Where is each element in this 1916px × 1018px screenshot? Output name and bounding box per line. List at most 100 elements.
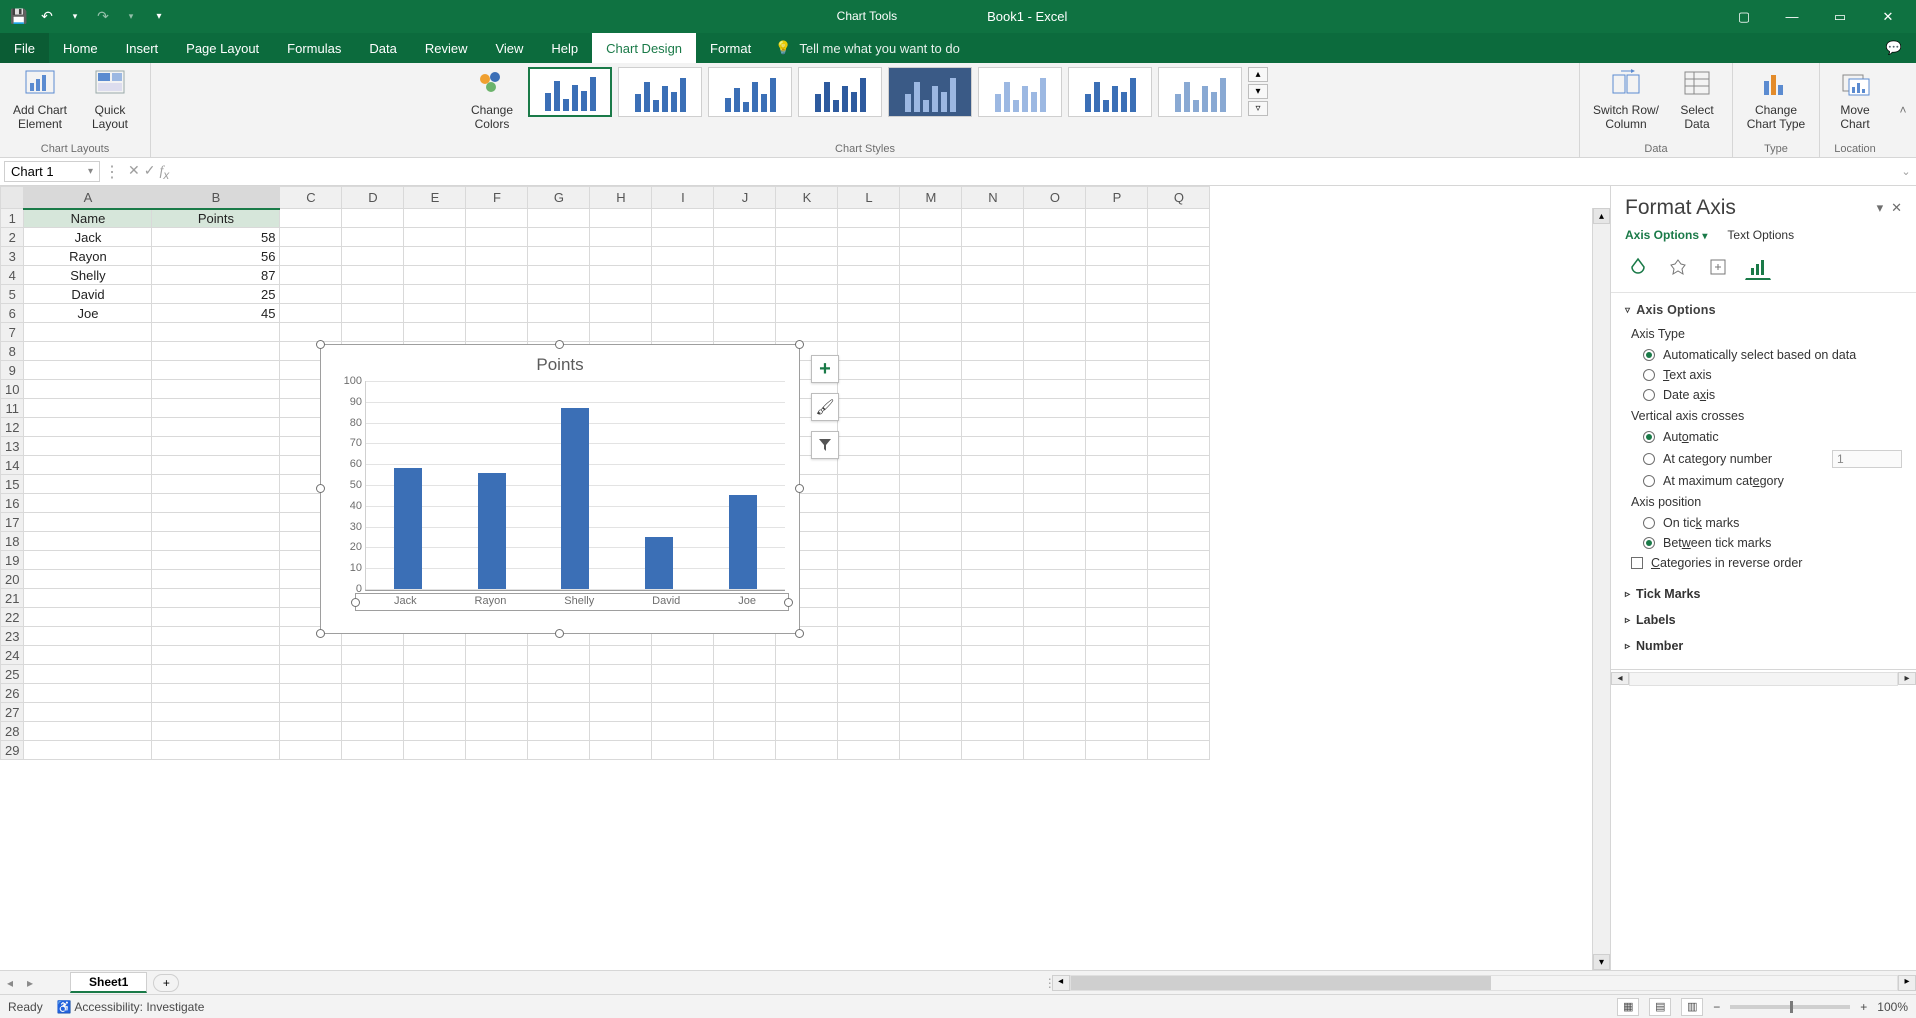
cell[interactable]	[466, 209, 528, 228]
cell[interactable]	[342, 665, 404, 684]
cell[interactable]	[962, 741, 1024, 760]
cell[interactable]: 56	[152, 247, 280, 266]
row-header[interactable]: 6	[1, 304, 24, 323]
cell[interactable]	[714, 304, 776, 323]
cell[interactable]	[776, 323, 838, 342]
cell[interactable]	[776, 285, 838, 304]
axis-type-auto[interactable]: Automatically select based on data	[1625, 345, 1902, 365]
column-header[interactable]: E	[404, 187, 466, 209]
cell[interactable]	[714, 285, 776, 304]
cell[interactable]	[590, 722, 652, 741]
cell[interactable]	[590, 323, 652, 342]
cell[interactable]	[776, 228, 838, 247]
vac-at-category[interactable]: At category number	[1625, 447, 1902, 471]
cell[interactable]	[900, 589, 962, 608]
cell[interactable]	[1086, 437, 1148, 456]
cell[interactable]	[838, 589, 900, 608]
styles-up-icon[interactable]: ▴	[1248, 67, 1268, 82]
cell[interactable]	[962, 285, 1024, 304]
cell[interactable]	[962, 209, 1024, 228]
tab-format[interactable]: Format	[696, 33, 765, 63]
cell[interactable]	[1024, 741, 1086, 760]
change-colors-button[interactable]: Change Colors	[462, 67, 522, 131]
cell[interactable]	[1086, 684, 1148, 703]
cell[interactable]	[1148, 494, 1210, 513]
chart-style-3[interactable]	[708, 67, 792, 117]
cell[interactable]	[1086, 323, 1148, 342]
chart-style-4[interactable]	[798, 67, 882, 117]
cell[interactable]	[1024, 228, 1086, 247]
cell[interactable]	[714, 266, 776, 285]
cell[interactable]	[900, 551, 962, 570]
cell[interactable]	[1086, 608, 1148, 627]
status-accessibility[interactable]: ♿ Accessibility: Investigate	[57, 1000, 205, 1014]
cell[interactable]	[528, 247, 590, 266]
cell[interactable]	[1024, 456, 1086, 475]
row-header[interactable]: 23	[1, 627, 24, 646]
tab-page-layout[interactable]: Page Layout	[172, 33, 273, 63]
cell[interactable]	[962, 418, 1024, 437]
cell[interactable]	[1024, 589, 1086, 608]
column-header[interactable]: K	[776, 187, 838, 209]
cell[interactable]	[838, 608, 900, 627]
cell[interactable]: Points	[152, 209, 280, 228]
vac-category-number-input[interactable]	[1832, 450, 1902, 468]
cell[interactable]	[1024, 323, 1086, 342]
axis-options-tab[interactable]: Axis Options ▾	[1625, 228, 1707, 242]
cell[interactable]	[152, 684, 280, 703]
cell[interactable]	[962, 437, 1024, 456]
view-page-layout-icon[interactable]: ▤	[1649, 998, 1671, 1016]
cell[interactable]	[404, 209, 466, 228]
cell[interactable]	[152, 494, 280, 513]
column-header[interactable]: D	[342, 187, 404, 209]
cell[interactable]	[528, 665, 590, 684]
cell[interactable]	[1024, 722, 1086, 741]
cell[interactable]	[24, 456, 152, 475]
cell[interactable]	[838, 266, 900, 285]
cell[interactable]	[404, 228, 466, 247]
cell[interactable]	[962, 247, 1024, 266]
cell[interactable]	[1024, 532, 1086, 551]
cell[interactable]	[404, 247, 466, 266]
cell[interactable]	[838, 532, 900, 551]
cell[interactable]	[652, 646, 714, 665]
cell[interactable]	[838, 323, 900, 342]
row-header[interactable]: 22	[1, 608, 24, 627]
pane-close-icon[interactable]: ✕	[1891, 200, 1902, 216]
cell[interactable]	[342, 228, 404, 247]
cell[interactable]	[776, 646, 838, 665]
row-header[interactable]: 2	[1, 228, 24, 247]
cell[interactable]	[962, 475, 1024, 494]
cell[interactable]	[466, 285, 528, 304]
cell[interactable]	[900, 323, 962, 342]
chart-styles-button[interactable]: 🖌	[811, 393, 839, 421]
chart-style-5[interactable]	[888, 67, 972, 117]
row-header[interactable]: 20	[1, 570, 24, 589]
cell[interactable]	[528, 741, 590, 760]
cell[interactable]	[838, 418, 900, 437]
cell[interactable]	[152, 399, 280, 418]
cell[interactable]	[962, 513, 1024, 532]
cell[interactable]	[838, 361, 900, 380]
cell[interactable]	[24, 342, 152, 361]
row-header[interactable]: 27	[1, 703, 24, 722]
cell[interactable]: David	[24, 285, 152, 304]
cell[interactable]	[280, 266, 342, 285]
cell[interactable]	[1024, 513, 1086, 532]
cell[interactable]	[838, 247, 900, 266]
row-header[interactable]: 12	[1, 418, 24, 437]
cell[interactable]	[962, 399, 1024, 418]
cell[interactable]	[24, 608, 152, 627]
cell[interactable]	[24, 570, 152, 589]
sheet-nav-prev-icon[interactable]: ▸	[20, 976, 40, 990]
cell[interactable]	[152, 703, 280, 722]
cell[interactable]	[962, 342, 1024, 361]
cell[interactable]	[1148, 266, 1210, 285]
chart-bar[interactable]	[645, 537, 673, 589]
cell[interactable]	[900, 437, 962, 456]
cell[interactable]	[1024, 399, 1086, 418]
cell[interactable]	[900, 418, 962, 437]
redo-more[interactable]: ▾	[120, 6, 142, 28]
cell[interactable]	[342, 323, 404, 342]
cell[interactable]	[652, 304, 714, 323]
